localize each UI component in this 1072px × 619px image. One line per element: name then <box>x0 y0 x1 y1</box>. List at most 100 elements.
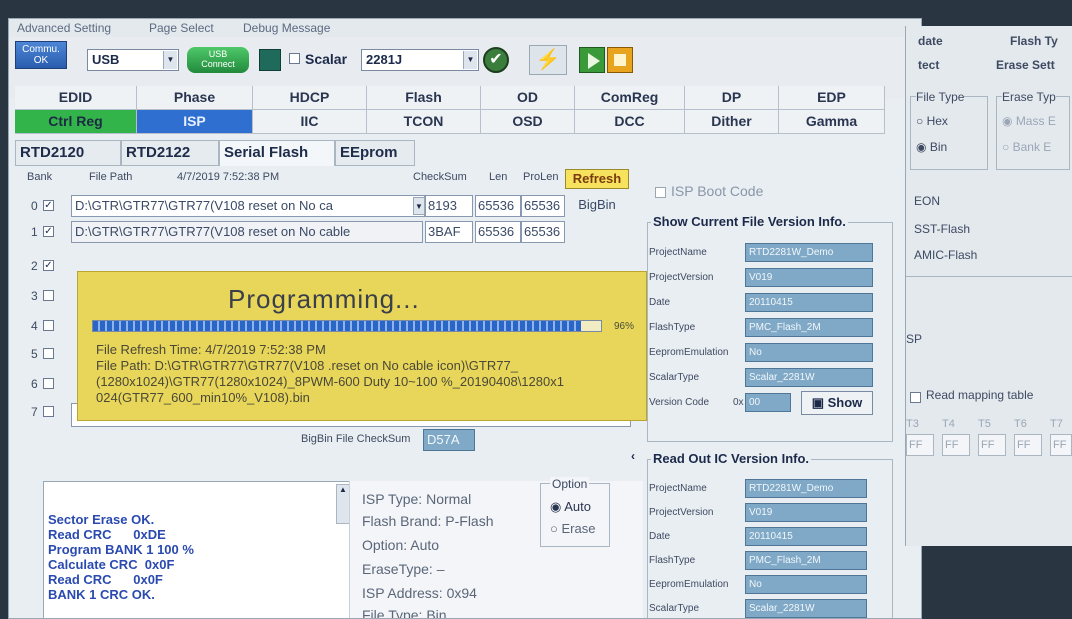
play-icon[interactable] <box>579 47 605 73</box>
usb-device-icon[interactable] <box>259 49 281 71</box>
flash-brand-text: Flash Brand: P-Flash <box>362 513 494 529</box>
bank-row-5-checkbox[interactable] <box>43 348 54 359</box>
option-erase-radio[interactable]: ○ Erase <box>550 521 595 536</box>
menu-debug-message[interactable]: Debug Message <box>243 21 330 35</box>
tab-osd[interactable]: OSD <box>481 110 575 134</box>
tab-od[interactable]: OD <box>481 86 575 110</box>
tab-edp[interactable]: EDP <box>779 86 885 110</box>
ro-eeprom-emulation-value: No <box>745 575 867 594</box>
subtab-rtd2122[interactable]: RTD2122 <box>121 140 219 166</box>
bank-row-4-checkbox[interactable] <box>43 320 54 331</box>
bank-row-2-checkbox[interactable]: ✓ <box>43 260 54 271</box>
bank-row-3-checkbox[interactable] <box>43 290 54 301</box>
option-auto-radio[interactable]: ◉ Auto <box>550 499 591 515</box>
bg-flash-eon[interactable]: EON <box>914 194 940 208</box>
bank-row-1-path[interactable]: D:\GTR\GTR77\GTR77(V108 reset on No cabl… <box>71 221 423 243</box>
tab-edid[interactable]: EDID <box>15 86 137 110</box>
bank-row-0-len: 65536 <box>475 195 521 217</box>
bg-ff-field[interactable]: FF <box>1014 434 1042 456</box>
tab-iic[interactable]: IIC <box>253 110 367 134</box>
tab-gamma[interactable]: Gamma <box>779 110 885 134</box>
check-icon[interactable]: ✔ <box>483 47 509 73</box>
bank-row-4-num: 4 <box>31 319 38 333</box>
bank-row-1-num: 1 <box>31 225 38 239</box>
show-button[interactable]: ▣ Show <box>801 391 873 415</box>
version-code-value[interactable]: 00 <box>745 393 791 412</box>
bg-tab-update[interactable]: date <box>918 34 943 48</box>
tab-dcc[interactable]: DCC <box>575 110 685 134</box>
tab-isp[interactable]: ISP <box>137 110 253 134</box>
bank-row-0-num: 0 <box>31 199 38 213</box>
bigbin-button[interactable]: BigBin <box>565 195 629 217</box>
bg-flash-amic[interactable]: AMIC-Flash <box>914 248 977 262</box>
log-panel[interactable]: Sector Erase OK. Read CRC 0xDE Program B… <box>43 481 353 618</box>
tab-comreg[interactable]: ComReg <box>575 86 685 110</box>
bank-row-0-checkbox[interactable]: ✓ <box>43 200 54 211</box>
stop-icon[interactable] <box>607 47 633 73</box>
bg-tab-flash-type[interactable]: Flash Ty <box>1010 34 1058 48</box>
bg-ff-field[interactable]: FF <box>978 434 1006 456</box>
tab-dp[interactable]: DP <box>685 86 779 110</box>
function-tabs: EDID Phase HDCP Flash OD ComReg DP EDP C… <box>15 86 885 134</box>
tool-icon[interactable]: ⚡ <box>529 45 567 75</box>
commu-label: Commu. <box>22 44 60 55</box>
log-line: Sector Erase OK. <box>48 512 155 527</box>
tab-ctrl-reg[interactable]: Ctrl Reg <box>15 110 137 134</box>
bank-row-0-path[interactable]: D:\GTR\GTR77\GTR77(V108 reset on No ca <box>71 195 425 217</box>
subtab-serial-flash[interactable]: Serial Flash <box>219 140 335 166</box>
bg-ff-field[interactable]: FF <box>942 434 970 456</box>
bg-divider <box>906 276 1072 277</box>
bg-ff-field[interactable]: FF <box>1050 434 1072 456</box>
file-path-line-1: File Path: D:\GTR\GTR77\GTR77(V108 .rese… <box>96 358 518 373</box>
bg-t3-label: T3 <box>906 418 919 430</box>
isp-boot-code-checkbox[interactable] <box>655 187 666 198</box>
log-line: Program BANK 1 100 % <box>48 542 194 557</box>
bg-hex-radio[interactable]: ○ Hex <box>916 114 948 128</box>
tab-dither[interactable]: Dither <box>685 110 779 134</box>
bank-row-7-checkbox[interactable] <box>43 406 54 417</box>
interface-select[interactable]: USB ▼ <box>87 49 179 71</box>
log-scrollbar[interactable]: ▲ <box>336 484 350 524</box>
menu-page-select[interactable]: Page Select <box>149 21 214 35</box>
bg-ff-field[interactable]: FF <box>906 434 934 456</box>
header-timestamp: 4/7/2019 7:52:38 PM <box>177 171 280 183</box>
subtab-eeprom[interactable]: EEprom <box>335 140 415 166</box>
scalar-label: Scalar <box>305 51 348 67</box>
tab-flash[interactable]: Flash <box>367 86 481 110</box>
log-line: BANK 1 CRC OK. <box>48 587 155 602</box>
cur-eeprom-emulation-value: No <box>745 343 873 362</box>
bank-row-0-checksum: 8193 <box>425 195 473 217</box>
tab-tcon[interactable]: TCON <box>367 110 481 134</box>
scalar-select[interactable]: 2281J ▼ <box>361 49 479 71</box>
interface-value: USB <box>92 52 120 67</box>
tab-phase[interactable]: Phase <box>137 86 253 110</box>
bg-bin-label: Bin <box>929 140 948 154</box>
cur-project-version-label: ProjectVersion <box>649 272 714 283</box>
bg-bin-radio[interactable]: ◉ Bin <box>916 140 947 154</box>
bg-flash-sst[interactable]: SST-Flash <box>914 222 970 236</box>
tab-hdcp[interactable]: HDCP <box>253 86 367 110</box>
ro-scalar-type-label: ScalarType <box>649 603 700 614</box>
file-path-line-2: (1280x1024)\GTR77(1280x1024)_8PWM-600 Du… <box>96 374 564 389</box>
bg-read-mapping-checkbox[interactable] <box>910 392 921 403</box>
bank-row-6-checkbox[interactable] <box>43 378 54 389</box>
header-len: Len <box>489 171 508 183</box>
refresh-button[interactable]: Refresh <box>565 169 629 189</box>
bg-tab-erase-setting[interactable]: Erase Sett <box>996 58 1055 72</box>
collapse-left-icon[interactable]: ‹ <box>631 449 635 463</box>
readout-version-fields: ProjectName RTD2281W_Demo ProjectVersion… <box>649 477 889 618</box>
usb-connect-button[interactable]: USB Connect <box>187 47 249 73</box>
ro-project-version-value: V019 <box>745 503 867 522</box>
commu-button[interactable]: Commu. OK <box>15 41 67 69</box>
bank-row-1-checkbox[interactable]: ✓ <box>43 226 54 237</box>
bg-bank-radio[interactable]: ○ Bank E <box>1002 140 1051 154</box>
bg-tab-detect[interactable]: tect <box>918 58 939 72</box>
cur-project-name-value: RTD2281W_Demo <box>745 243 873 262</box>
option-auto-label: Auto <box>564 499 591 514</box>
subtab-rtd2120[interactable]: RTD2120 <box>15 140 121 166</box>
bg-erase-type-group <box>996 96 1070 170</box>
chevron-down-icon[interactable]: ▼ <box>413 197 425 215</box>
menu-advanced-setting[interactable]: Advanced Setting <box>17 21 111 35</box>
bg-mass-radio[interactable]: ◉ Mass E <box>1002 114 1056 128</box>
scalar-checkbox[interactable] <box>289 53 300 64</box>
